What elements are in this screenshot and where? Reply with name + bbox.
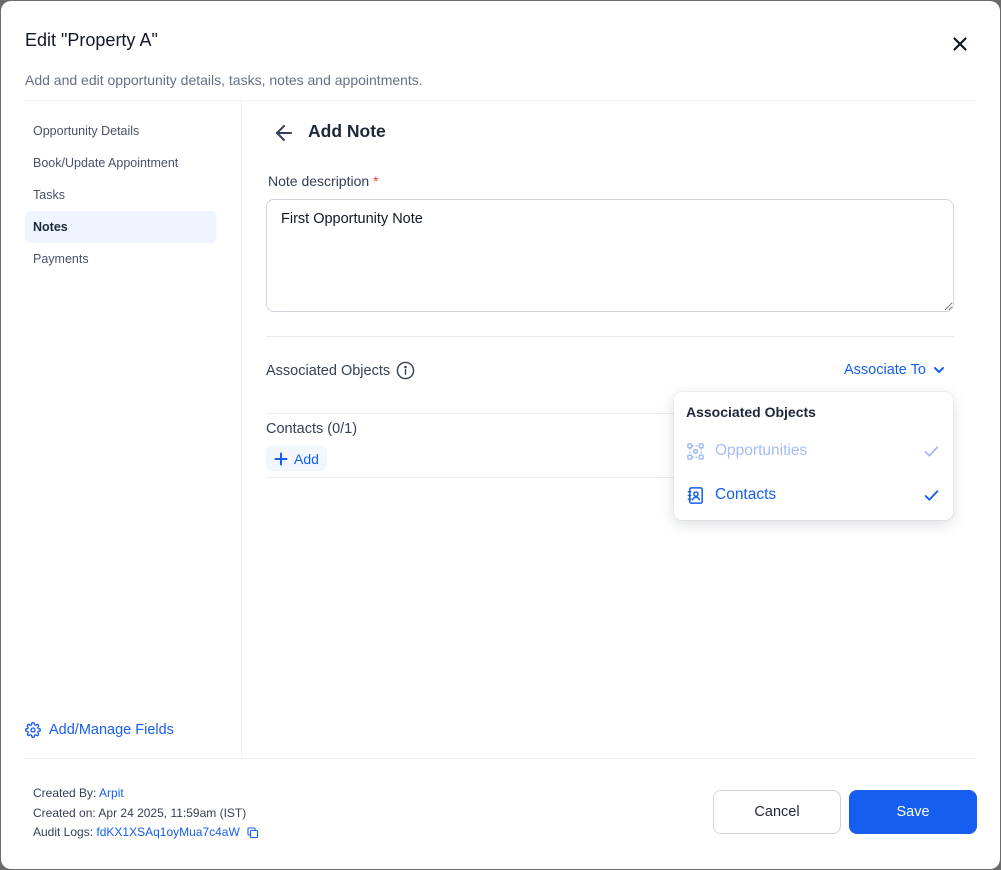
sidebar: Opportunity Details Book/Update Appointm… — [1, 101, 242, 758]
dropdown-item-label: Opportunities — [715, 442, 808, 459]
sidebar-item-tasks[interactable]: Tasks — [25, 179, 217, 211]
cancel-button[interactable]: Cancel — [713, 790, 841, 834]
save-button[interactable]: Save — [849, 790, 977, 834]
sidebar-item-book-update-appointment[interactable]: Book/Update Appointment — [25, 147, 217, 179]
dropdown-title: Associated Objects — [686, 404, 816, 420]
required-asterisk: * — [373, 173, 379, 189]
associated-objects-label: Associated Objects — [266, 362, 391, 379]
modal-header: Edit "Property A" Add and edit opportuni… — [1, 1, 1000, 101]
audit-logs-label: Audit Logs: — [33, 825, 94, 839]
opportunities-icon — [687, 442, 704, 460]
modal-title: Edit "Property A" — [25, 30, 158, 50]
audit-logs-value[interactable]: fdKX1XSAq1oyMua7c4aW — [96, 825, 239, 839]
contacts-icon — [687, 486, 703, 504]
associated-objects-heading: Associated Objects — [266, 361, 415, 380]
back-button[interactable] — [272, 121, 296, 145]
note-description-label-text: Note description — [268, 173, 370, 189]
note-description-input[interactable]: First Opportunity Note — [266, 199, 954, 312]
created-by-value[interactable]: Arpit — [99, 786, 124, 800]
add-contact-label: Add — [294, 450, 319, 467]
dropdown-item-contacts[interactable]: Contacts — [686, 480, 944, 510]
check-icon — [924, 490, 939, 501]
plus-icon — [274, 452, 288, 465]
add-contact-button[interactable]: Add — [266, 446, 327, 471]
audit-logs: Audit Logs: fdKX1XSAq1oyMua7c4aW — [33, 825, 259, 839]
dropdown-item-label: Contacts — [715, 486, 777, 503]
info-icon[interactable] — [396, 361, 415, 380]
note-description-label: Note description * — [268, 173, 379, 189]
add-manage-fields-label: Add/Manage Fields — [49, 722, 174, 738]
created-on-value: Apr 24 2025, 11:59am (IST) — [98, 806, 247, 820]
check-icon — [924, 446, 939, 457]
close-button[interactable] — [947, 31, 973, 57]
footer-divider — [25, 758, 976, 759]
add-manage-fields-button[interactable]: Add/Manage Fields — [25, 722, 174, 738]
copy-icon[interactable] — [247, 827, 259, 839]
associate-to-button[interactable]: Associate To — [844, 362, 946, 378]
main-content: Add Note Note description * First Opportu… — [242, 101, 1000, 758]
sidebar-item-opportunity-details[interactable]: Opportunity Details — [25, 115, 217, 147]
created-by: Created By: Arpit — [33, 786, 124, 800]
chevron-down-icon — [933, 367, 944, 373]
associate-to-label: Associate To — [844, 362, 926, 378]
dropdown-item-opportunities[interactable]: Opportunities — [686, 436, 944, 466]
divider — [266, 336, 954, 337]
page-title: Add Note — [308, 121, 386, 141]
modal-subtitle: Add and edit opportunity details, tasks,… — [25, 72, 423, 88]
sidebar-item-notes[interactable]: Notes — [25, 211, 217, 243]
arrow-left-icon — [276, 125, 292, 141]
created-by-label: Created By: — [33, 786, 97, 800]
sidebar-item-payments[interactable]: Payments — [25, 243, 217, 275]
contacts-count-label: Contacts (0/1) — [266, 421, 358, 437]
edit-opportunity-modal: Edit "Property A" Add and edit opportuni… — [1, 1, 1000, 869]
close-icon — [953, 37, 967, 51]
created-on-label: Created on: — [33, 806, 96, 820]
associate-to-dropdown: Associated Objects Opportunities Contact… — [674, 392, 953, 520]
created-on: Created on: Apr 24 2025, 11:59am (IST) — [33, 806, 246, 820]
gear-icon — [25, 722, 41, 738]
